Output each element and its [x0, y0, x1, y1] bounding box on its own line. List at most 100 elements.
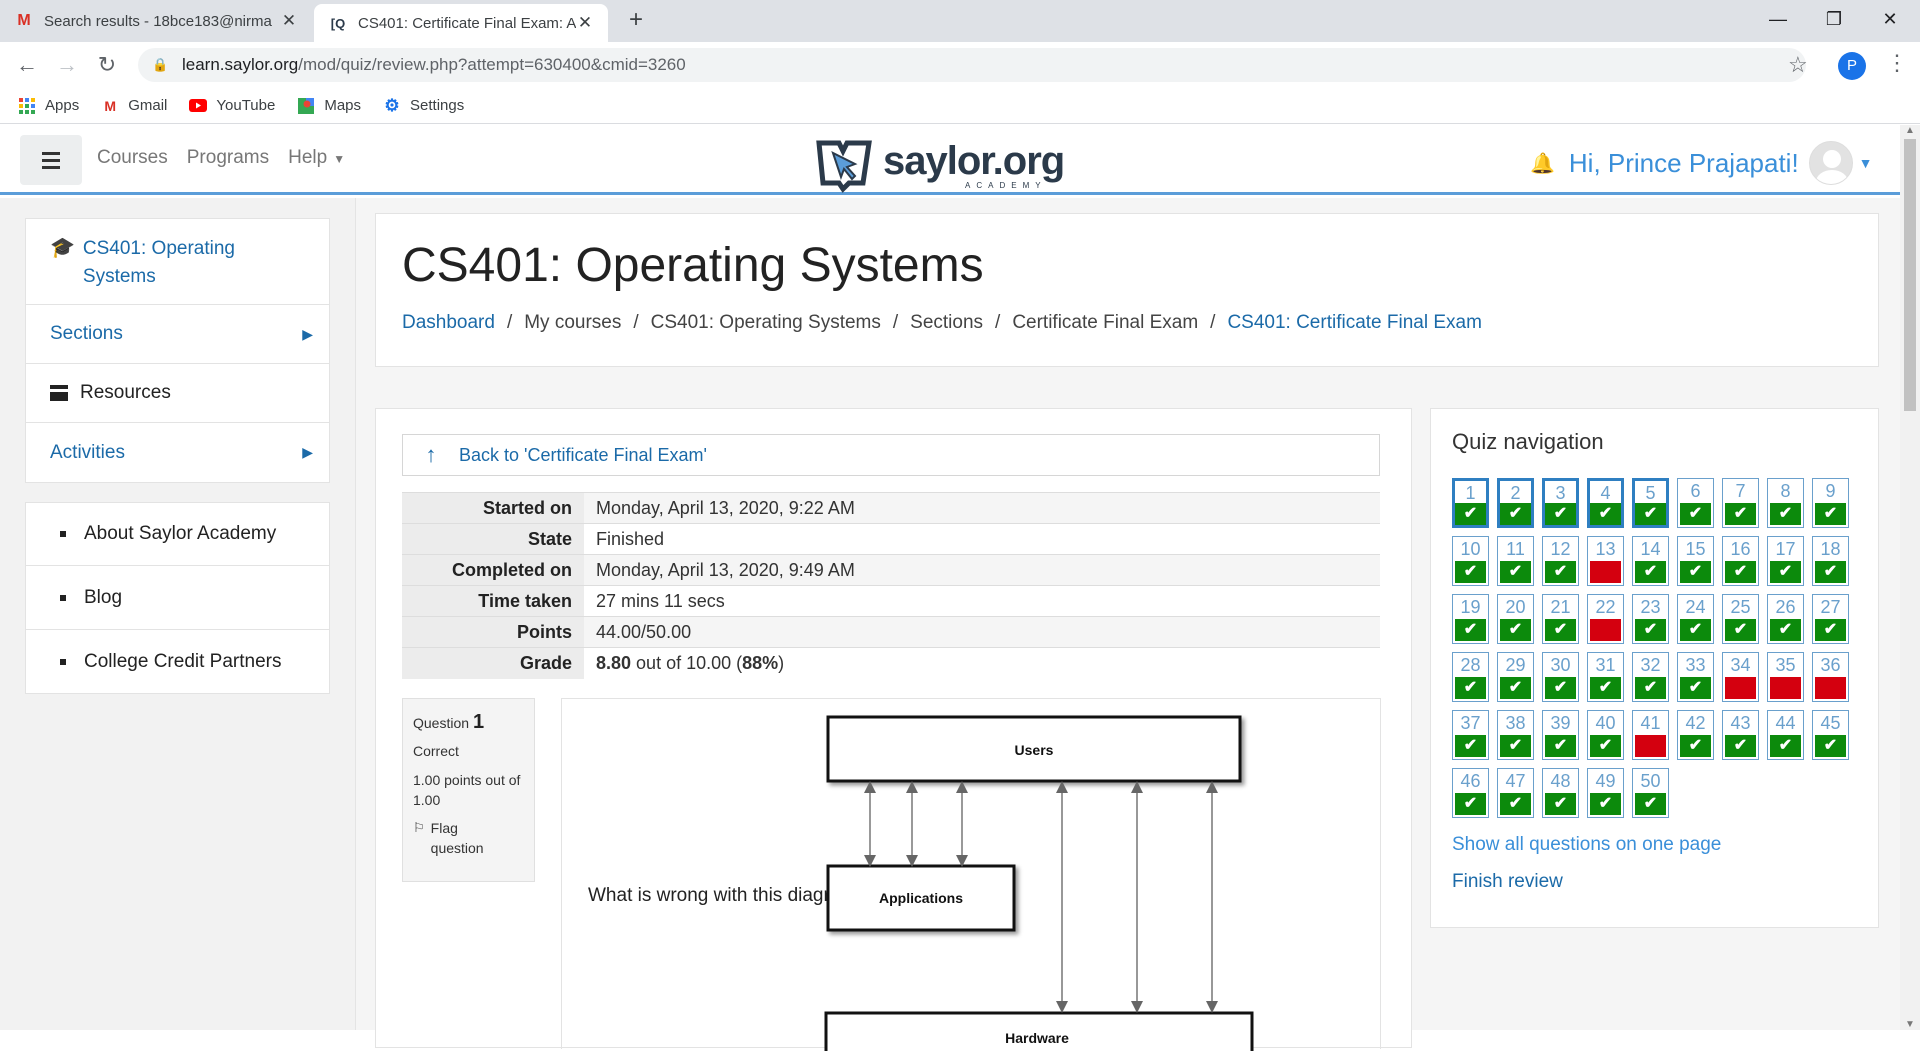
sidebar-link-credit-partners[interactable]: College Credit Partners [26, 630, 329, 693]
close-window-button[interactable]: ✕ [1860, 0, 1920, 38]
avatar[interactable] [1808, 141, 1853, 185]
question-nav-button[interactable]: 35 [1767, 652, 1804, 702]
question-nav-button[interactable]: 41 [1632, 710, 1669, 760]
question-nav-button[interactable]: 40 ✔ [1587, 710, 1624, 760]
question-nav-button[interactable]: 6 ✔ [1677, 478, 1714, 528]
question-nav-button[interactable]: 17 ✔ [1767, 536, 1804, 586]
question-nav-button[interactable]: 33 ✔ [1677, 652, 1714, 702]
sidebar-link-about[interactable]: About Saylor Academy [26, 503, 329, 566]
address-bar[interactable]: 🔒 learn.saylor.org/mod/quiz/review.php?a… [138, 48, 1806, 82]
back-arrow-icon[interactable]: ← [12, 50, 42, 80]
question-nav-button[interactable]: 7 ✔ [1722, 478, 1759, 528]
close-icon[interactable]: ✕ [576, 13, 594, 33]
question-nav-button[interactable]: 45 ✔ [1812, 710, 1849, 760]
question-nav-button[interactable]: 3 ✔ [1542, 478, 1579, 528]
profile-avatar[interactable]: P [1838, 52, 1866, 80]
question-nav-button[interactable]: 24 ✔ [1677, 594, 1714, 644]
minimize-button[interactable]: — [1748, 0, 1808, 38]
maximize-button[interactable]: ❐ [1804, 0, 1864, 38]
breadcrumb-final-exam[interactable]: CS401: Certificate Final Exam [1227, 312, 1482, 334]
question-nav-button[interactable]: 18 ✔ [1812, 536, 1849, 586]
hamburger-menu-button[interactable] [20, 135, 82, 185]
question-nav-button[interactable]: 1 ✔ [1452, 478, 1489, 528]
question-nav-button[interactable]: 12 ✔ [1542, 536, 1579, 586]
breadcrumb-sections[interactable]: Sections [910, 312, 983, 334]
new-tab-button[interactable]: + [622, 6, 650, 34]
question-nav-button[interactable]: 5 ✔ [1632, 478, 1669, 528]
sidebar-item-sections[interactable]: Sections ▶ [26, 305, 329, 364]
close-icon[interactable]: ✕ [280, 11, 298, 31]
bookmark-settings[interactable]: ⚙ Settings [383, 96, 464, 115]
forward-arrow-icon[interactable]: → [52, 50, 82, 80]
question-nav-button[interactable]: 37 ✔ [1452, 710, 1489, 760]
question-nav-button[interactable]: 44 ✔ [1767, 710, 1804, 760]
nav-programs[interactable]: Programs [187, 147, 269, 169]
question-nav-button[interactable]: 27 ✔ [1812, 594, 1849, 644]
tab-quiz[interactable]: [Q CS401: Certificate Final Exam: Att ✕ [314, 4, 608, 42]
question-nav-button[interactable]: 26 ✔ [1767, 594, 1804, 644]
bookmark-gmail[interactable]: M Gmail [101, 97, 167, 115]
question-nav-button[interactable]: 30 ✔ [1542, 652, 1579, 702]
tab-gmail[interactable]: M Search results - 18bce183@nirma ✕ [0, 0, 312, 42]
question-nav-button[interactable]: 11 ✔ [1497, 536, 1534, 586]
question-nav-button[interactable]: 46 ✔ [1452, 768, 1489, 818]
question-nav-button[interactable]: 39 ✔ [1542, 710, 1579, 760]
question-nav-button[interactable]: 20 ✔ [1497, 594, 1534, 644]
caret-down-icon[interactable]: ▼ [1859, 155, 1873, 171]
question-nav-button[interactable]: 48 ✔ [1542, 768, 1579, 818]
question-nav-button[interactable]: 50 ✔ [1632, 768, 1669, 818]
question-nav-button[interactable]: 28 ✔ [1452, 652, 1489, 702]
question-nav-button[interactable]: 25 ✔ [1722, 594, 1759, 644]
question-nav-button[interactable]: 19 ✔ [1452, 594, 1489, 644]
question-nav-button[interactable]: 34 [1722, 652, 1759, 702]
scrollbar-thumb[interactable] [1904, 139, 1916, 411]
finish-review-link[interactable]: Finish review [1452, 871, 1563, 893]
reload-icon[interactable]: ↻ [92, 50, 122, 80]
show-all-questions-link[interactable]: Show all questions on one page [1452, 834, 1721, 856]
question-nav-button[interactable]: 16 ✔ [1722, 536, 1759, 586]
question-nav-button[interactable]: 36 [1812, 652, 1849, 702]
question-nav-button[interactable]: 21 ✔ [1542, 594, 1579, 644]
question-nav-button[interactable]: 23 ✔ [1632, 594, 1669, 644]
nav-courses[interactable]: Courses [97, 147, 168, 169]
breadcrumb-final-exam-section[interactable]: Certificate Final Exam [1012, 312, 1198, 334]
question-nav-button[interactable]: 38 ✔ [1497, 710, 1534, 760]
question-nav-button[interactable]: 4 ✔ [1587, 478, 1624, 528]
question-nav-button[interactable]: 29 ✔ [1497, 652, 1534, 702]
sidebar-item-resources[interactable]: Resources [26, 364, 329, 423]
bookmark-apps[interactable]: Apps [18, 97, 79, 115]
question-nav-button[interactable]: 31 ✔ [1587, 652, 1624, 702]
sidebar-item-activities[interactable]: Activities ▶ [26, 423, 329, 482]
question-nav-button[interactable]: 49 ✔ [1587, 768, 1624, 818]
user-menu[interactable]: 🔔 Hi, Prince Prajapati! ▼ [1530, 141, 1873, 185]
flag-question-button[interactable]: ⚐ Flag question [413, 818, 524, 858]
question-nav-button[interactable]: 10 ✔ [1452, 536, 1489, 586]
breadcrumb-dashboard[interactable]: Dashboard [402, 312, 495, 334]
question-nav-button[interactable]: 32 ✔ [1632, 652, 1669, 702]
scrollbar[interactable]: ▲ ▼ [1900, 125, 1920, 1030]
bell-icon[interactable]: 🔔 [1530, 151, 1555, 176]
menu-icon[interactable]: ⋮ [1886, 50, 1908, 76]
sidebar-item-course[interactable]: 🎓 CS401: Operating Systems [26, 219, 329, 305]
question-nav-button[interactable]: 22 [1587, 594, 1624, 644]
question-nav-button[interactable]: 8 ✔ [1767, 478, 1804, 528]
question-nav-button[interactable]: 9 ✔ [1812, 478, 1849, 528]
question-nav-button[interactable]: 15 ✔ [1677, 536, 1714, 586]
scroll-up-icon[interactable]: ▲ [1900, 125, 1920, 136]
sidebar-link-blog[interactable]: Blog [26, 566, 329, 630]
scroll-down-icon[interactable]: ▼ [1900, 1019, 1920, 1030]
question-nav-button[interactable]: 14 ✔ [1632, 536, 1669, 586]
question-nav-button[interactable]: 43 ✔ [1722, 710, 1759, 760]
breadcrumb-course[interactable]: CS401: Operating Systems [651, 312, 881, 334]
saylor-logo[interactable]: saylor.org ACADEMY [813, 137, 1069, 195]
question-nav-button[interactable]: 47 ✔ [1497, 768, 1534, 818]
back-to-exam-link[interactable]: ↑ Back to 'Certificate Final Exam' [402, 434, 1380, 476]
nav-help[interactable]: Help ▼ [288, 147, 345, 169]
user-greeting[interactable]: Hi, Prince Prajapati! [1569, 148, 1799, 179]
question-nav-button[interactable]: 2 ✔ [1497, 478, 1534, 528]
bookmark-star-icon[interactable]: ☆ [1788, 52, 1808, 78]
bookmark-youtube[interactable]: YouTube [189, 97, 275, 115]
question-nav-button[interactable]: 13 [1587, 536, 1624, 586]
bookmark-maps[interactable]: Maps [297, 97, 361, 115]
question-nav-button[interactable]: 42 ✔ [1677, 710, 1714, 760]
